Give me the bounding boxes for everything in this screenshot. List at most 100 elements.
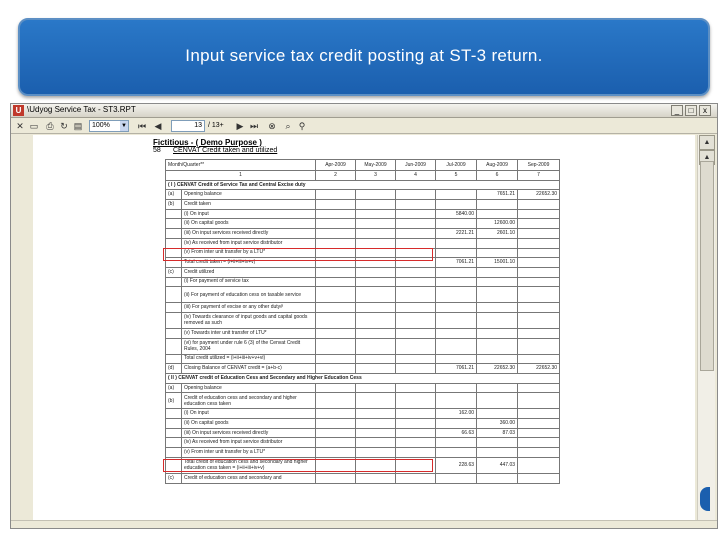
row-value (517, 302, 561, 313)
row-value (435, 247, 478, 259)
table-row: (i) For payment of service tax (165, 276, 561, 288)
row-label: (ii) On capital goods (180, 218, 317, 230)
table-row: (iii) On input services received directl… (165, 228, 561, 239)
row-value: 12600.00 (476, 218, 519, 230)
table-row: (ii) For payment of education cess on ta… (165, 286, 561, 304)
row-value (315, 418, 357, 429)
row-value (476, 266, 519, 278)
row-value (476, 437, 519, 449)
col-number: 4 (395, 170, 437, 181)
binoculars-icon[interactable]: ⚲ (297, 121, 307, 131)
row-value: 66.63 (435, 427, 478, 439)
row-label: Opening balance (180, 189, 317, 201)
header-month-label: Month/Quarter** (164, 159, 317, 171)
row-value (315, 286, 357, 304)
first-page-icon[interactable]: ⏮ (137, 121, 147, 131)
window-title: \Udyog Service Tax - ST3.RPT (27, 105, 136, 114)
row-value (395, 189, 437, 201)
row-value (355, 447, 397, 458)
st3-report: Fictitious - ( Demo Purpose ) 58 CENVAT … (33, 135, 695, 520)
left-margin (11, 135, 33, 520)
row-value (476, 353, 519, 365)
row-value (435, 472, 478, 484)
row-code (165, 427, 182, 439)
stop-icon[interactable]: ⊗ (267, 121, 277, 131)
row-value (315, 353, 357, 365)
row-value (315, 408, 357, 420)
scroll-up-icon[interactable]: ▲ (699, 135, 715, 150)
row-value (355, 208, 397, 220)
tree-icon[interactable]: ▤ (73, 121, 83, 131)
zoom-select[interactable]: 100% ▼ (89, 120, 129, 132)
col-number: 6 (476, 170, 519, 181)
row-value (435, 218, 478, 230)
vertical-scrollbar[interactable]: ▲ ▲ (697, 135, 715, 520)
minimize-button[interactable]: _ (671, 105, 683, 116)
row-value (517, 392, 561, 410)
table-row: (v) From inter unit transfer by a LTU* (165, 447, 561, 458)
row-label: (v) From inter unit transfer by a LTU* (180, 447, 317, 458)
row-code (165, 337, 182, 355)
row-label: (iv) Towards clearance of input goods an… (180, 311, 317, 329)
print-icon[interactable]: ⎙ (45, 121, 55, 131)
close-report-icon[interactable]: ✕ (15, 121, 25, 131)
row-value (435, 286, 478, 304)
chevron-down-icon: ▼ (120, 121, 128, 131)
row-label: (iv) As received from input service dist… (180, 237, 317, 249)
row-code (165, 437, 182, 449)
row-code (165, 208, 182, 220)
table-row: (iii) On input services received directl… (165, 427, 561, 439)
header-month: Aug-2009 (476, 159, 519, 171)
row-value (395, 392, 437, 410)
row-value (476, 408, 519, 420)
page-number-input[interactable]: 13 (171, 120, 205, 132)
row-value (355, 218, 397, 230)
row-value (315, 228, 357, 239)
row-value (517, 418, 561, 429)
row-value (395, 218, 437, 230)
row-label: Credit taken (180, 199, 317, 210)
header-month: Apr-2009 (315, 159, 357, 171)
row-label: (v) Towards inter unit transfer of LTU* (180, 327, 317, 339)
row-label: Credit utilized (180, 266, 317, 278)
row-value (315, 363, 357, 374)
export-icon[interactable]: ▭ (29, 121, 39, 131)
next-page-icon[interactable]: ▶ (235, 121, 245, 131)
row-code (165, 311, 182, 329)
row-value (355, 302, 397, 313)
refresh-icon[interactable]: ↻ (59, 121, 69, 131)
report-toolbar: ✕ ▭ ⎙ ↻ ▤ 100% ▼ ⏮ ◀ 13 / 13+ ▶ ⏭ ⊗ ⌕ ⚲ (11, 119, 717, 134)
row-value (355, 228, 397, 239)
row-value (517, 218, 561, 230)
row-value (315, 327, 357, 339)
app-icon: U (13, 105, 24, 116)
row-value (395, 418, 437, 429)
row-value (395, 327, 437, 339)
row-label: Opening balance (180, 382, 317, 394)
scroll-thumb[interactable] (700, 161, 714, 371)
status-bar (11, 520, 717, 528)
row-value (315, 218, 357, 230)
last-page-icon[interactable]: ⏭ (249, 121, 259, 131)
row-code (165, 447, 182, 458)
search-icon[interactable]: ⌕ (283, 121, 293, 131)
previous-page-icon[interactable]: ◀ (153, 121, 163, 131)
row-label: (ii) On capital goods (180, 418, 317, 429)
row-value (517, 408, 561, 420)
row-label: (vi) for payment under rule 6 (3) of the… (180, 337, 317, 355)
row-value (517, 472, 561, 484)
col-number: 3 (355, 170, 397, 181)
row-value: 447.03 (476, 456, 519, 474)
table-row: (v) Towards inter unit transfer of LTU* (165, 327, 561, 339)
close-button[interactable]: x (699, 105, 711, 116)
restore-button[interactable]: □ (685, 105, 697, 116)
row-value (517, 311, 561, 329)
row-value (315, 337, 357, 355)
row-value (355, 363, 397, 374)
row-value (476, 327, 519, 339)
row-label: Closing Balance of CENVAT credit = (a+b-… (180, 363, 317, 374)
row-value (355, 311, 397, 329)
zoom-value: 100% (92, 122, 110, 129)
row-value: 2221.21 (435, 228, 478, 239)
row-value: 7061.21 (435, 363, 478, 374)
